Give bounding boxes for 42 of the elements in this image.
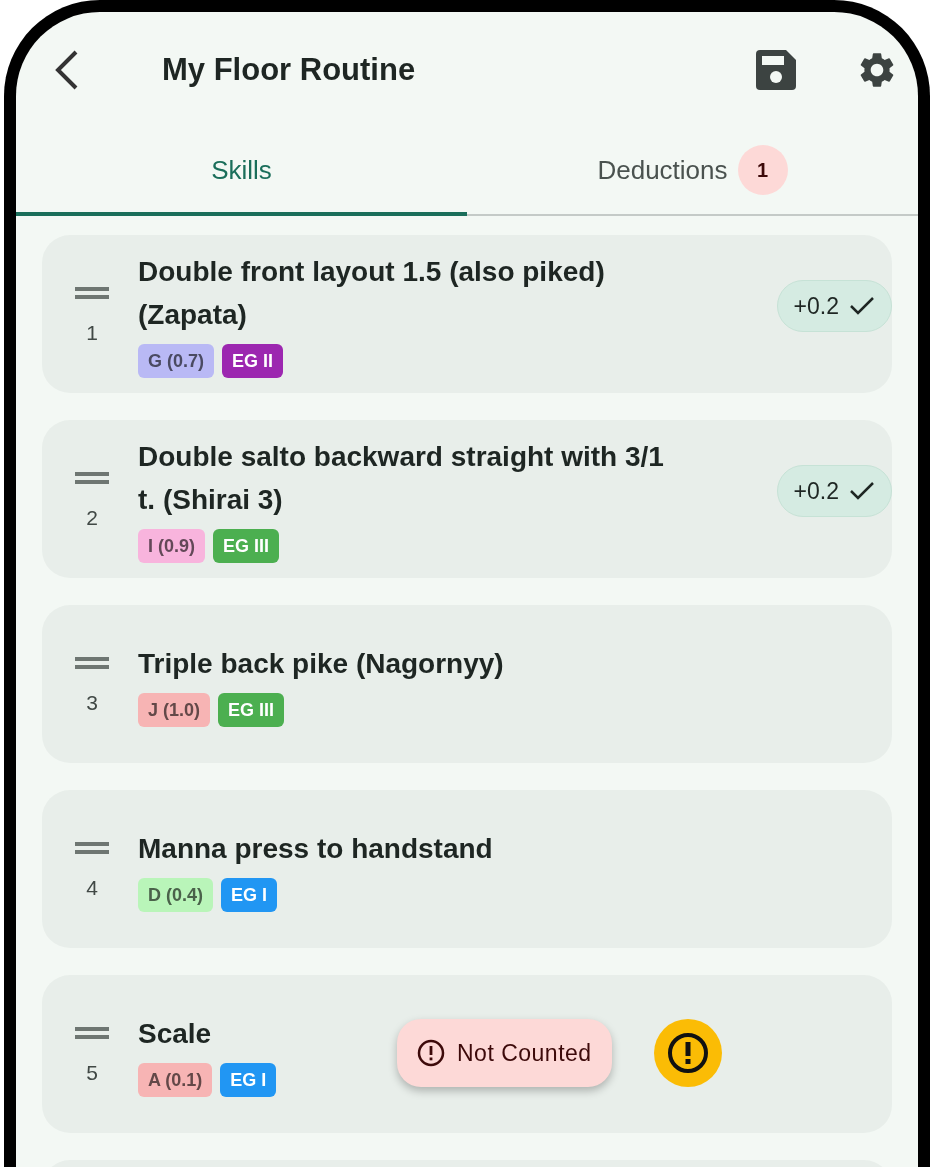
skill-card[interactable]: 5 Scale A (0.1) EG I Not Counted — [42, 975, 892, 1133]
drag-handle-icon[interactable] — [75, 840, 109, 855]
value-tag: G (0.7) — [138, 344, 214, 378]
group-tag: EG II — [222, 344, 284, 378]
alert-icon — [417, 1039, 445, 1067]
group-tag: EG III — [218, 692, 285, 727]
drag-handle-icon[interactable] — [75, 1025, 109, 1040]
count-badge: 1 — [737, 145, 788, 195]
bonus-chip: +0.2 — [776, 280, 892, 332]
skill-card[interactable]: 3 Triple back pike (Nagornyy) J (1.0) EG III — [42, 605, 892, 763]
skill-number: 3 — [86, 691, 98, 713]
skill-card[interactable]: 1 Double front layout 1.5 (also piked) (Zapata) G (0.7) EG II +0.2 — [42, 235, 892, 393]
bonus-chip: +0.2 — [776, 465, 892, 517]
tooltip-text: Not Counted — [457, 1038, 592, 1068]
drag-handle-icon[interactable] — [75, 655, 109, 670]
value-tag: I (0.9) — [138, 529, 205, 563]
save-icon[interactable] — [756, 50, 796, 90]
check-icon — [849, 481, 875, 501]
skill-number: 2 — [86, 506, 98, 528]
drag-handle-icon[interactable] — [75, 470, 109, 485]
skill-card[interactable]: 2 Double salto backward straight with 3/1 t. (Shirai 3) I (0.9) EG III +0.2 — [42, 420, 892, 578]
skill-card[interactable]: 4 Manna press to handstand D (0.4) EG I — [42, 790, 892, 948]
skill-name: Double salto backward straight with 3/1 t. (Shirai 3) — [138, 440, 665, 517]
skill-name: Scale — [138, 1016, 212, 1051]
skill-name: Triple back pike (Nagornyy) — [138, 646, 504, 681]
drag-handle-icon[interactable] — [75, 285, 109, 300]
skill-number: 5 — [86, 1061, 98, 1083]
group-tag: EG III — [213, 529, 280, 563]
page-title: My Floor Routine — [162, 50, 417, 89]
group-tag: EG I — [221, 877, 278, 912]
check-icon — [849, 296, 875, 316]
tab[interactable]: Deductions 1 — [467, 128, 918, 216]
tab[interactable]: Skills — [16, 128, 467, 216]
warning-icon[interactable] — [654, 1019, 722, 1087]
group-tag: EG I — [220, 1062, 277, 1097]
skill-name: Manna press to handstand — [138, 831, 493, 866]
skill-number: 4 — [86, 876, 98, 898]
skill-name: Double front layout 1.5 (also piked) (Zapata) — [138, 255, 606, 332]
skill-number: 1 — [86, 321, 98, 343]
value-tag: D (0.4) — [138, 877, 213, 912]
value-tag: J (1.0) — [138, 692, 211, 727]
value-tag: A (0.1) — [138, 1062, 213, 1097]
